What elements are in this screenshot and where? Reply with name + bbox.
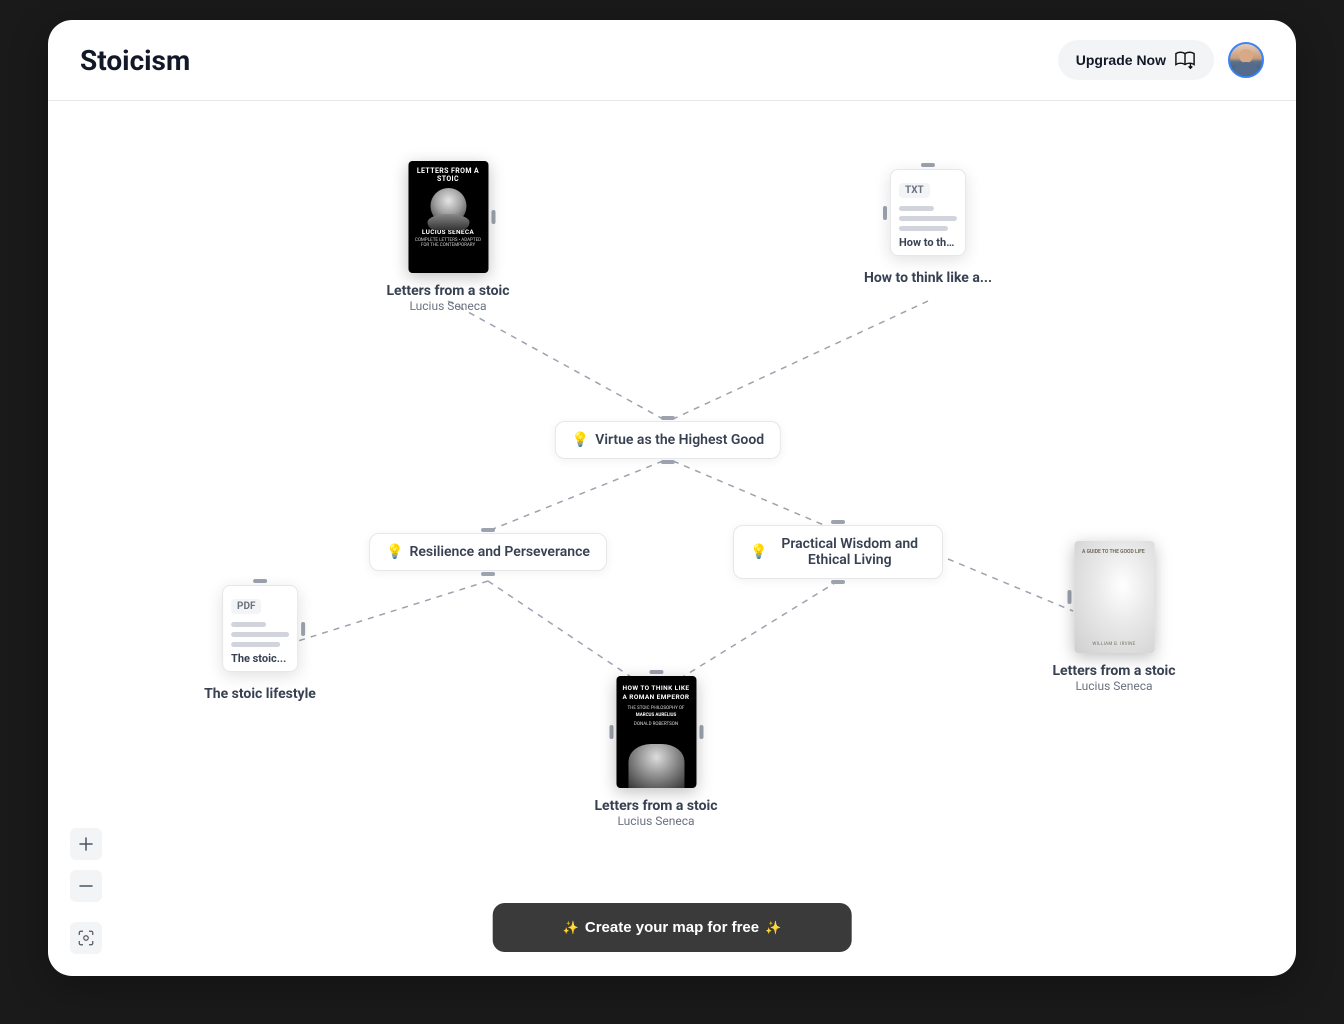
cover-subtitle: COMPLETE LETTERS • ADAPTED FOR THE CONTE… xyxy=(412,238,484,248)
node-concept-resilience[interactable]: 💡 Resilience and Perseverance xyxy=(369,533,607,571)
cover-title: HOW TO THINK LIKE A ROMAN EMPEROR xyxy=(620,684,692,702)
zoom-out-button[interactable] xyxy=(70,870,102,902)
lightbulb-icon: 💡 xyxy=(572,432,589,448)
upgrade-button[interactable]: Upgrade Now xyxy=(1058,40,1214,80)
node-book-letters-right[interactable]: A GUIDE TO THE GOOD LIFE WILLIAM B. IRVI… xyxy=(1052,541,1175,693)
cover-title: LETTERS FROM A STOIC xyxy=(412,167,484,184)
avatar[interactable] xyxy=(1228,42,1264,78)
concept-pill: 💡 Resilience and Perseverance xyxy=(369,533,607,571)
create-map-button[interactable]: ✨ Create your map for free ✨ xyxy=(493,903,852,952)
handle-icon xyxy=(649,670,663,674)
handle-icon xyxy=(253,579,267,583)
cover-subject: MARCUS AURELIUS xyxy=(636,713,677,718)
concept-pill: 💡 Virtue as the Highest Good xyxy=(555,421,781,459)
file-card-wrap: PDF The stoic... xyxy=(222,585,298,672)
cover-byline: WILLIAM B. IRVINE xyxy=(1074,642,1154,647)
handle-icon xyxy=(1067,590,1071,604)
app-window: Stoicism Upgrade Now xyxy=(48,20,1296,976)
header-actions: Upgrade Now xyxy=(1058,40,1264,80)
handle-icon xyxy=(301,622,305,636)
book-cover: LETTERS FROM A STOIC LUCIUS SENECA COMPL… xyxy=(408,161,488,273)
node-author: Lucius Seneca xyxy=(617,814,694,828)
file-badge: TXT xyxy=(899,183,930,198)
node-title: The stoic lifestyle xyxy=(204,686,316,702)
concept-label: Virtue as the Highest Good xyxy=(595,432,764,448)
sparkle-icon: ✨ xyxy=(563,920,579,936)
upgrade-label: Upgrade Now xyxy=(1076,52,1166,68)
concept-label: Practical Wisdom and Ethical Living xyxy=(773,536,926,568)
file-card: TXT How to thi... xyxy=(890,169,966,256)
cover-title: A GUIDE TO THE GOOD LIFE xyxy=(1082,549,1145,556)
book-cover: A GUIDE TO THE GOOD LIFE WILLIAM B. IRVI… xyxy=(1074,541,1154,653)
concept-label: Resilience and Perseverance xyxy=(409,544,589,560)
handle-icon xyxy=(699,725,703,739)
page-title: Stoicism xyxy=(80,44,190,77)
node-author: Lucius Seneca xyxy=(409,299,486,313)
file-card-title: The stoic... xyxy=(231,652,289,665)
placeholder-lines xyxy=(231,622,289,647)
handle-icon xyxy=(491,210,495,224)
bust-icon xyxy=(430,188,466,224)
node-concept-practical[interactable]: 💡 Practical Wisdom and Ethical Living xyxy=(733,525,943,579)
file-badge: PDF xyxy=(231,599,261,614)
handle-icon xyxy=(883,206,887,220)
node-file-stoic-lifestyle[interactable]: PDF The stoic... The stoic lifestyle xyxy=(204,585,316,702)
node-title: Letters from a stoic xyxy=(594,798,717,814)
lightbulb-icon: 💡 xyxy=(750,544,767,560)
minus-icon xyxy=(79,879,93,893)
node-book-letters-top[interactable]: LETTERS FROM A STOIC LUCIUS SENECA COMPL… xyxy=(386,161,509,313)
sparkle-icon: ✨ xyxy=(765,920,781,936)
concept-pill: 💡 Practical Wisdom and Ethical Living xyxy=(733,525,943,579)
file-card-title: How to thi... xyxy=(899,236,957,249)
map-canvas[interactable]: LETTERS FROM A STOIC LUCIUS SENECA COMPL… xyxy=(48,101,1296,976)
book-cover: HOW TO THINK LIKE A ROMAN EMPEROR THE ST… xyxy=(616,676,696,788)
node-author: Lucius Seneca xyxy=(1075,679,1152,693)
bust-icon xyxy=(628,744,684,788)
book-cover-wrap: HOW TO THINK LIKE A ROMAN EMPEROR THE ST… xyxy=(616,676,696,788)
cover-byline: DONALD ROBERTSON xyxy=(634,722,678,727)
node-title: How to think like a... xyxy=(864,270,992,286)
node-title: Letters from a stoic xyxy=(1052,663,1175,679)
file-card-wrap: TXT How to thi... xyxy=(890,169,966,256)
handle-icon xyxy=(609,725,613,739)
zoom-in-button[interactable] xyxy=(70,828,102,860)
fit-view-button[interactable] xyxy=(70,922,102,954)
edges-layer xyxy=(48,101,1296,976)
book-cover-wrap: LETTERS FROM A STOIC LUCIUS SENECA COMPL… xyxy=(408,161,488,273)
scan-icon xyxy=(77,929,95,947)
cover-subtitle: THE STOIC PHILOSOPHY OF xyxy=(627,706,684,711)
lightbulb-icon: 💡 xyxy=(386,544,403,560)
node-title: Letters from a stoic xyxy=(386,283,509,299)
header: Stoicism Upgrade Now xyxy=(48,20,1296,101)
placeholder-lines xyxy=(899,206,957,231)
book-download-icon xyxy=(1174,50,1196,70)
book-cover-wrap: A GUIDE TO THE GOOD LIFE WILLIAM B. IRVI… xyxy=(1074,541,1154,653)
node-file-how-to-think[interactable]: TXT How to thi... How to think like a... xyxy=(864,169,992,286)
cta-label: Create your map for free xyxy=(585,919,759,936)
plus-icon xyxy=(79,837,93,851)
node-book-roman-emperor[interactable]: HOW TO THINK LIKE A ROMAN EMPEROR THE ST… xyxy=(594,676,717,828)
file-card: PDF The stoic... xyxy=(222,585,298,672)
handle-icon xyxy=(921,163,935,167)
zoom-controls xyxy=(70,828,102,954)
node-concept-virtue[interactable]: 💡 Virtue as the Highest Good xyxy=(555,421,781,459)
